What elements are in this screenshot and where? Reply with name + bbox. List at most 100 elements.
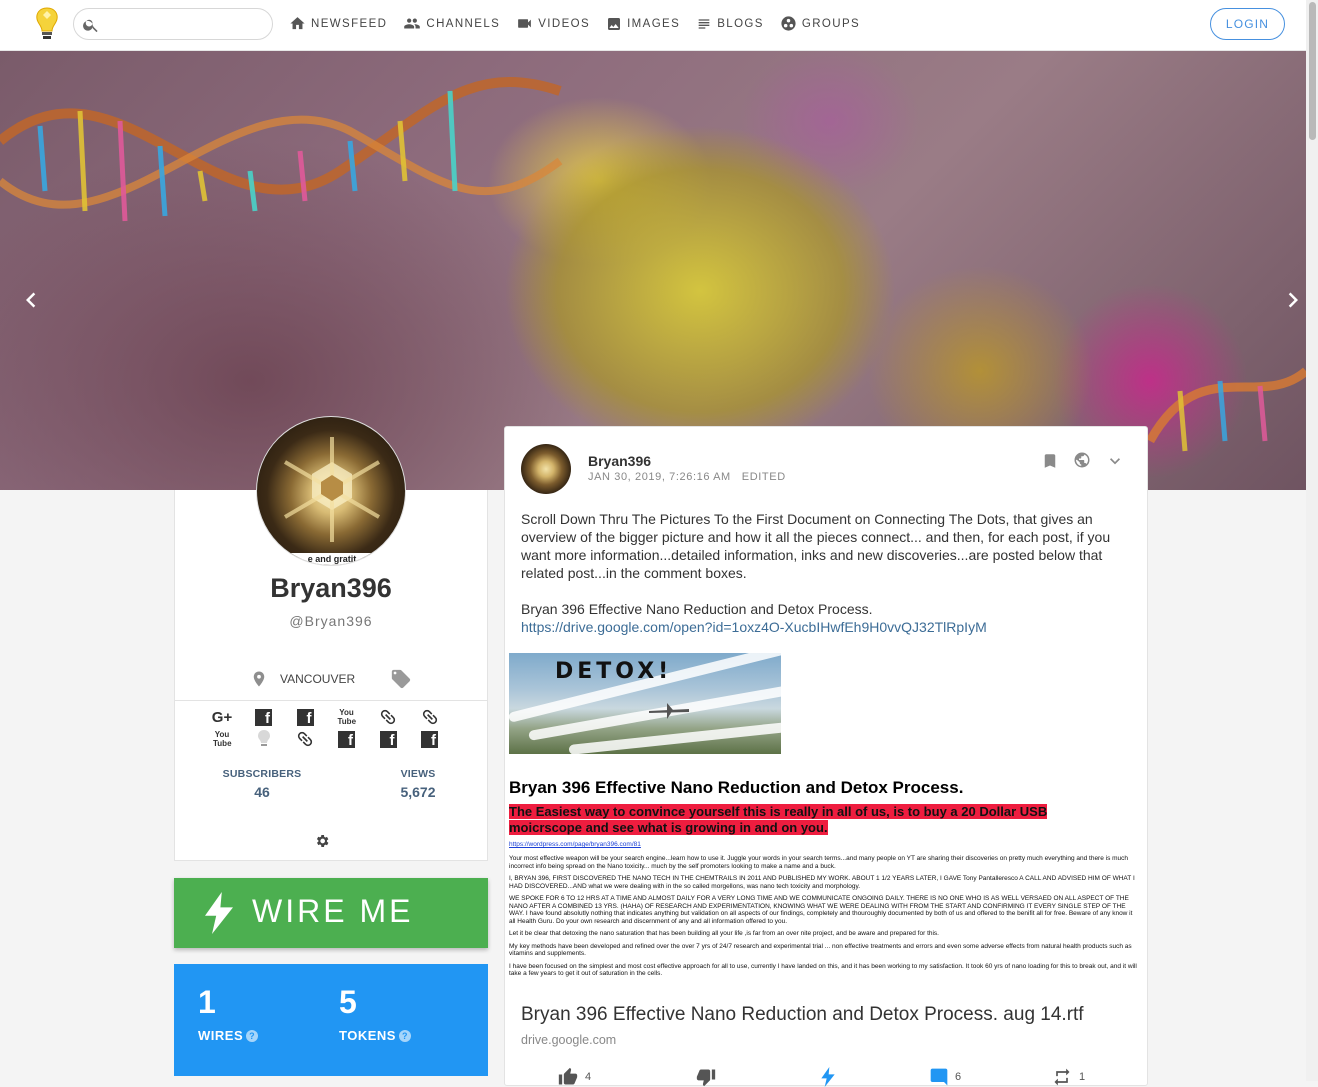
post-body-title-line: Bryan 396 Effective Nano Reduction and D…	[521, 601, 873, 617]
page-scrollbar[interactable]	[1306, 0, 1318, 1081]
subscribers-count[interactable]: 46	[222, 784, 302, 800]
location-pin-icon	[253, 671, 265, 687]
nav-groups[interactable]: GROUPS	[780, 15, 860, 32]
post-menu-icons	[1041, 451, 1125, 471]
thumb-up-icon	[558, 1067, 578, 1085]
post-author-avatar[interactable]	[521, 444, 571, 494]
social-links: G+ f f You Tube link link You Tube minds…	[212, 707, 452, 749]
scrollbar-thumb[interactable]	[1309, 2, 1316, 140]
detox-image[interactable]: DETOX!	[509, 653, 781, 754]
post-drive-link[interactable]: https://drive.google.com/open?id=1oxz4O-…	[521, 618, 1121, 636]
nav-images[interactable]: IMAGES	[606, 15, 680, 32]
channel-banner	[0, 51, 1306, 490]
bookmark-icon[interactable]	[1041, 451, 1059, 471]
image-icon	[608, 17, 621, 30]
tokens-count: 5	[339, 984, 357, 1020]
document-highlight: The Easiest way to convince yourself thi…	[509, 804, 1048, 835]
wire-me-label: WIRE ME	[252, 893, 414, 929]
channel-name: Bryan396	[270, 573, 392, 603]
subject-icon	[698, 18, 710, 29]
wire-bolt-button[interactable]	[819, 1067, 837, 1087]
facebook-icon[interactable]: f	[378, 729, 398, 749]
nav-blogs[interactable]: BLOGS	[696, 15, 764, 32]
facebook-icon[interactable]: f	[420, 729, 440, 749]
document-paragraph: Let it be clear that detoxing the nano s…	[509, 930, 939, 937]
document-preview: Bryan 396 Effective Nano Reduction and D…	[509, 778, 1141, 983]
repeat-icon	[1054, 1068, 1070, 1086]
search-input[interactable]	[106, 13, 266, 35]
comment-icon	[930, 1068, 948, 1086]
youtube-icon[interactable]: You Tube	[337, 707, 357, 727]
wires-label: WIRES?	[198, 1028, 259, 1043]
edited-badge: EDITED	[741, 471, 786, 483]
nav-channels[interactable]: CHANNELS	[403, 15, 500, 32]
facebook-icon[interactable]: f	[337, 729, 357, 749]
document-link[interactable]: https://wordpress.com/page/bryan396.com/…	[509, 841, 1141, 848]
location-label: VANCOUVER	[280, 672, 356, 686]
nav-images-label: IMAGES	[627, 17, 681, 30]
thumb-down-button[interactable]	[695, 1067, 717, 1087]
bolt-icon	[821, 1067, 835, 1087]
channel-avatar[interactable]: e and gratit	[256, 416, 406, 566]
profile-divider	[175, 700, 487, 701]
link-icon[interactable]: link	[420, 707, 440, 727]
group-work-icon	[781, 16, 796, 31]
minds-logo-icon[interactable]	[33, 6, 61, 42]
thumb-up-count: 4	[585, 1071, 592, 1083]
main-nav: NEWSFEED CHANNELS VIDEOS IMAGES BLOGS GR…	[289, 15, 860, 32]
chevron-down-icon[interactable]	[1105, 451, 1125, 471]
activity-post: Bryan396 JAN 30, 2019, 7:26:16 AM EDITED…	[504, 426, 1148, 1087]
comments-button[interactable]: 6	[929, 1067, 961, 1087]
snowflake-image	[283, 437, 381, 542]
document-paragraph: Your most effective weapon will be your …	[509, 855, 1129, 870]
login-button[interactable]: LOGIN	[1210, 8, 1285, 40]
facebook-icon[interactable]: f	[254, 707, 274, 727]
bolt-icon	[205, 892, 233, 934]
banner-artwork	[0, 77, 1306, 452]
videocam-icon	[518, 19, 532, 28]
home-icon	[290, 17, 305, 30]
link-icon[interactable]: link	[295, 729, 315, 749]
link-preview-title[interactable]: Bryan 396 Effective Nano Reduction and D…	[521, 1004, 1084, 1026]
nav-videos-label: VIDEOS	[538, 17, 591, 30]
wire-me-button[interactable]: WIRE ME	[174, 878, 488, 948]
wire-stats: 1 WIRES? 5 TOKENS?	[174, 964, 488, 1076]
help-icon[interactable]: ?	[398, 1029, 411, 1042]
nav-blogs-label: BLOGS	[717, 17, 764, 30]
views-label: VIEWS	[400, 768, 436, 780]
document-heading: Bryan 396 Effective Nano Reduction and D…	[509, 778, 964, 797]
search-box[interactable]	[73, 8, 273, 40]
facebook-icon[interactable]: f	[295, 707, 315, 727]
comments-count: 6	[955, 1071, 962, 1083]
thumb-down-icon	[696, 1069, 716, 1087]
gear-icon[interactable]	[314, 833, 330, 849]
wires-count: 1	[198, 984, 216, 1020]
people-icon	[404, 18, 421, 29]
post-body: Scroll Down Thru The Pictures To the Fir…	[521, 510, 1121, 636]
detox-image-word: DETOX!	[555, 659, 673, 684]
help-icon[interactable]: ?	[246, 1029, 259, 1042]
nav-videos[interactable]: VIDEOS	[516, 15, 590, 32]
subscribers-label: SUBSCRIBERS	[222, 768, 302, 780]
minds-bulb-icon[interactable]: minds	[254, 729, 274, 749]
tag-icon[interactable]	[390, 668, 412, 690]
thumb-up-button[interactable]: 4	[557, 1067, 591, 1087]
banner-next-arrow-icon[interactable]	[1278, 283, 1306, 317]
banner-prev-arrow-icon[interactable]	[16, 283, 46, 317]
public-globe-icon[interactable]	[1073, 451, 1091, 469]
remind-button[interactable]: 1	[1051, 1067, 1085, 1087]
document-paragraph: My key methods have been developed and r…	[509, 942, 1132, 958]
search-icon	[83, 19, 98, 33]
youtube-icon[interactable]: You Tube	[212, 729, 232, 749]
tokens-label: TOKENS?	[339, 1028, 411, 1043]
link-preview-domain: drive.google.com	[521, 1033, 617, 1047]
post-body-paragraph: Scroll Down Thru The Pictures To the Fir…	[521, 511, 1111, 581]
document-paragraph: WE SPOKE FOR 6 TO 12 HRS AT A TIME AND A…	[509, 895, 1133, 925]
views-count: 5,672	[400, 784, 436, 800]
nav-channels-label: CHANNELS	[426, 17, 501, 30]
link-icon[interactable]: link	[378, 707, 398, 727]
document-paragraph: I, BRYAN 396, FIRST DISCOVERED THE NANO …	[509, 875, 1135, 890]
nav-newsfeed[interactable]: NEWSFEED	[289, 15, 387, 32]
post-author-name[interactable]: Bryan396	[588, 453, 651, 469]
google-plus-icon[interactable]: G+	[212, 707, 232, 727]
